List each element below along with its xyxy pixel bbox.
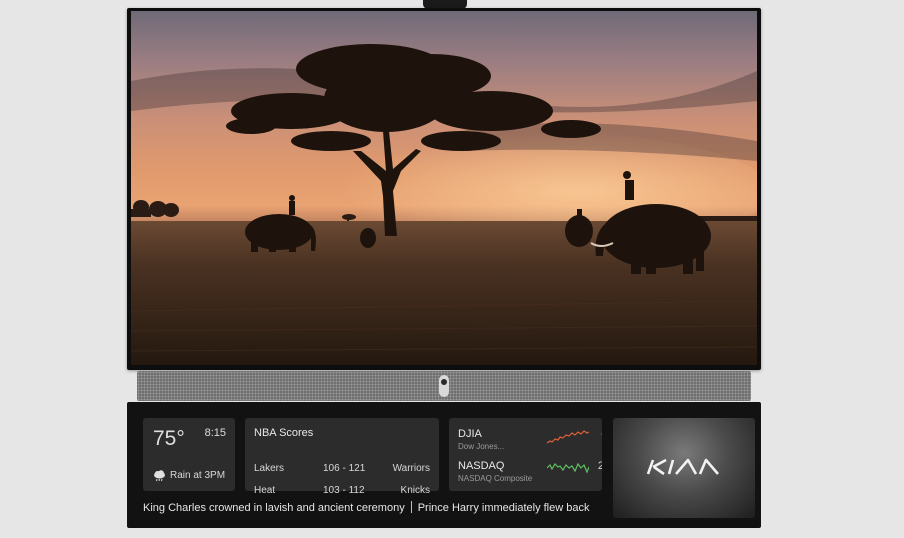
soundbar-camera	[439, 375, 449, 397]
stocks-widget[interactable]: DJIA Dow Jones... · NASDAQ NASDAQ Compos…	[449, 418, 602, 491]
scores-title: NBA Scores	[254, 427, 314, 439]
savanna-sunset-image	[131, 44, 757, 365]
headline: King Charles crowned in lavish and ancie…	[143, 502, 405, 514]
tv-screen-image	[131, 11, 757, 365]
home-team: Lakers	[254, 463, 285, 474]
widget-panel: 75° 8:15 Rain at 3PM NBA Scores Lakers 1…	[127, 402, 761, 528]
stock-name: Dow Jones...	[458, 442, 505, 451]
home-team: Heat	[254, 485, 276, 496]
game-score: 106 - 121	[323, 463, 366, 474]
clock-time: 8:15	[204, 427, 226, 439]
away-team: Warriors	[392, 463, 430, 474]
nasdaq-sparkline	[547, 462, 589, 474]
stock-symbol: NASDAQ	[458, 460, 505, 472]
nba-scores-widget[interactable]: NBA Scores Lakers 106 - 121 Warriors Hea…	[245, 418, 439, 496]
clipped-value: 2	[597, 460, 602, 472]
score-row: Lakers 106 - 121 Warriors	[254, 463, 430, 477]
ticker-separator	[410, 501, 412, 513]
soundbar	[137, 371, 751, 401]
stock-name: NASDAQ Composite	[458, 474, 533, 483]
forecast-text: Rain at 3PM	[170, 470, 226, 481]
weather-widget[interactable]: 75° 8:15 Rain at 3PM	[143, 418, 235, 491]
djia-sparkline	[547, 430, 589, 444]
tv-frame	[127, 8, 761, 370]
kia-ad-tile[interactable]	[613, 418, 755, 518]
score-row: Heat 103 - 112 Knicks	[254, 485, 430, 499]
headline: Prince Harry immediately flew back	[417, 502, 590, 514]
stock-symbol: DJIA	[458, 428, 482, 440]
news-ticker[interactable]: King Charles crowned in lavish and ancie…	[143, 501, 603, 517]
game-score: 103 - 112	[323, 485, 365, 496]
rain-cloud-icon	[153, 469, 166, 487]
temperature: 75°	[153, 427, 185, 450]
away-team: Knicks	[400, 485, 430, 496]
kia-logo	[646, 458, 719, 476]
